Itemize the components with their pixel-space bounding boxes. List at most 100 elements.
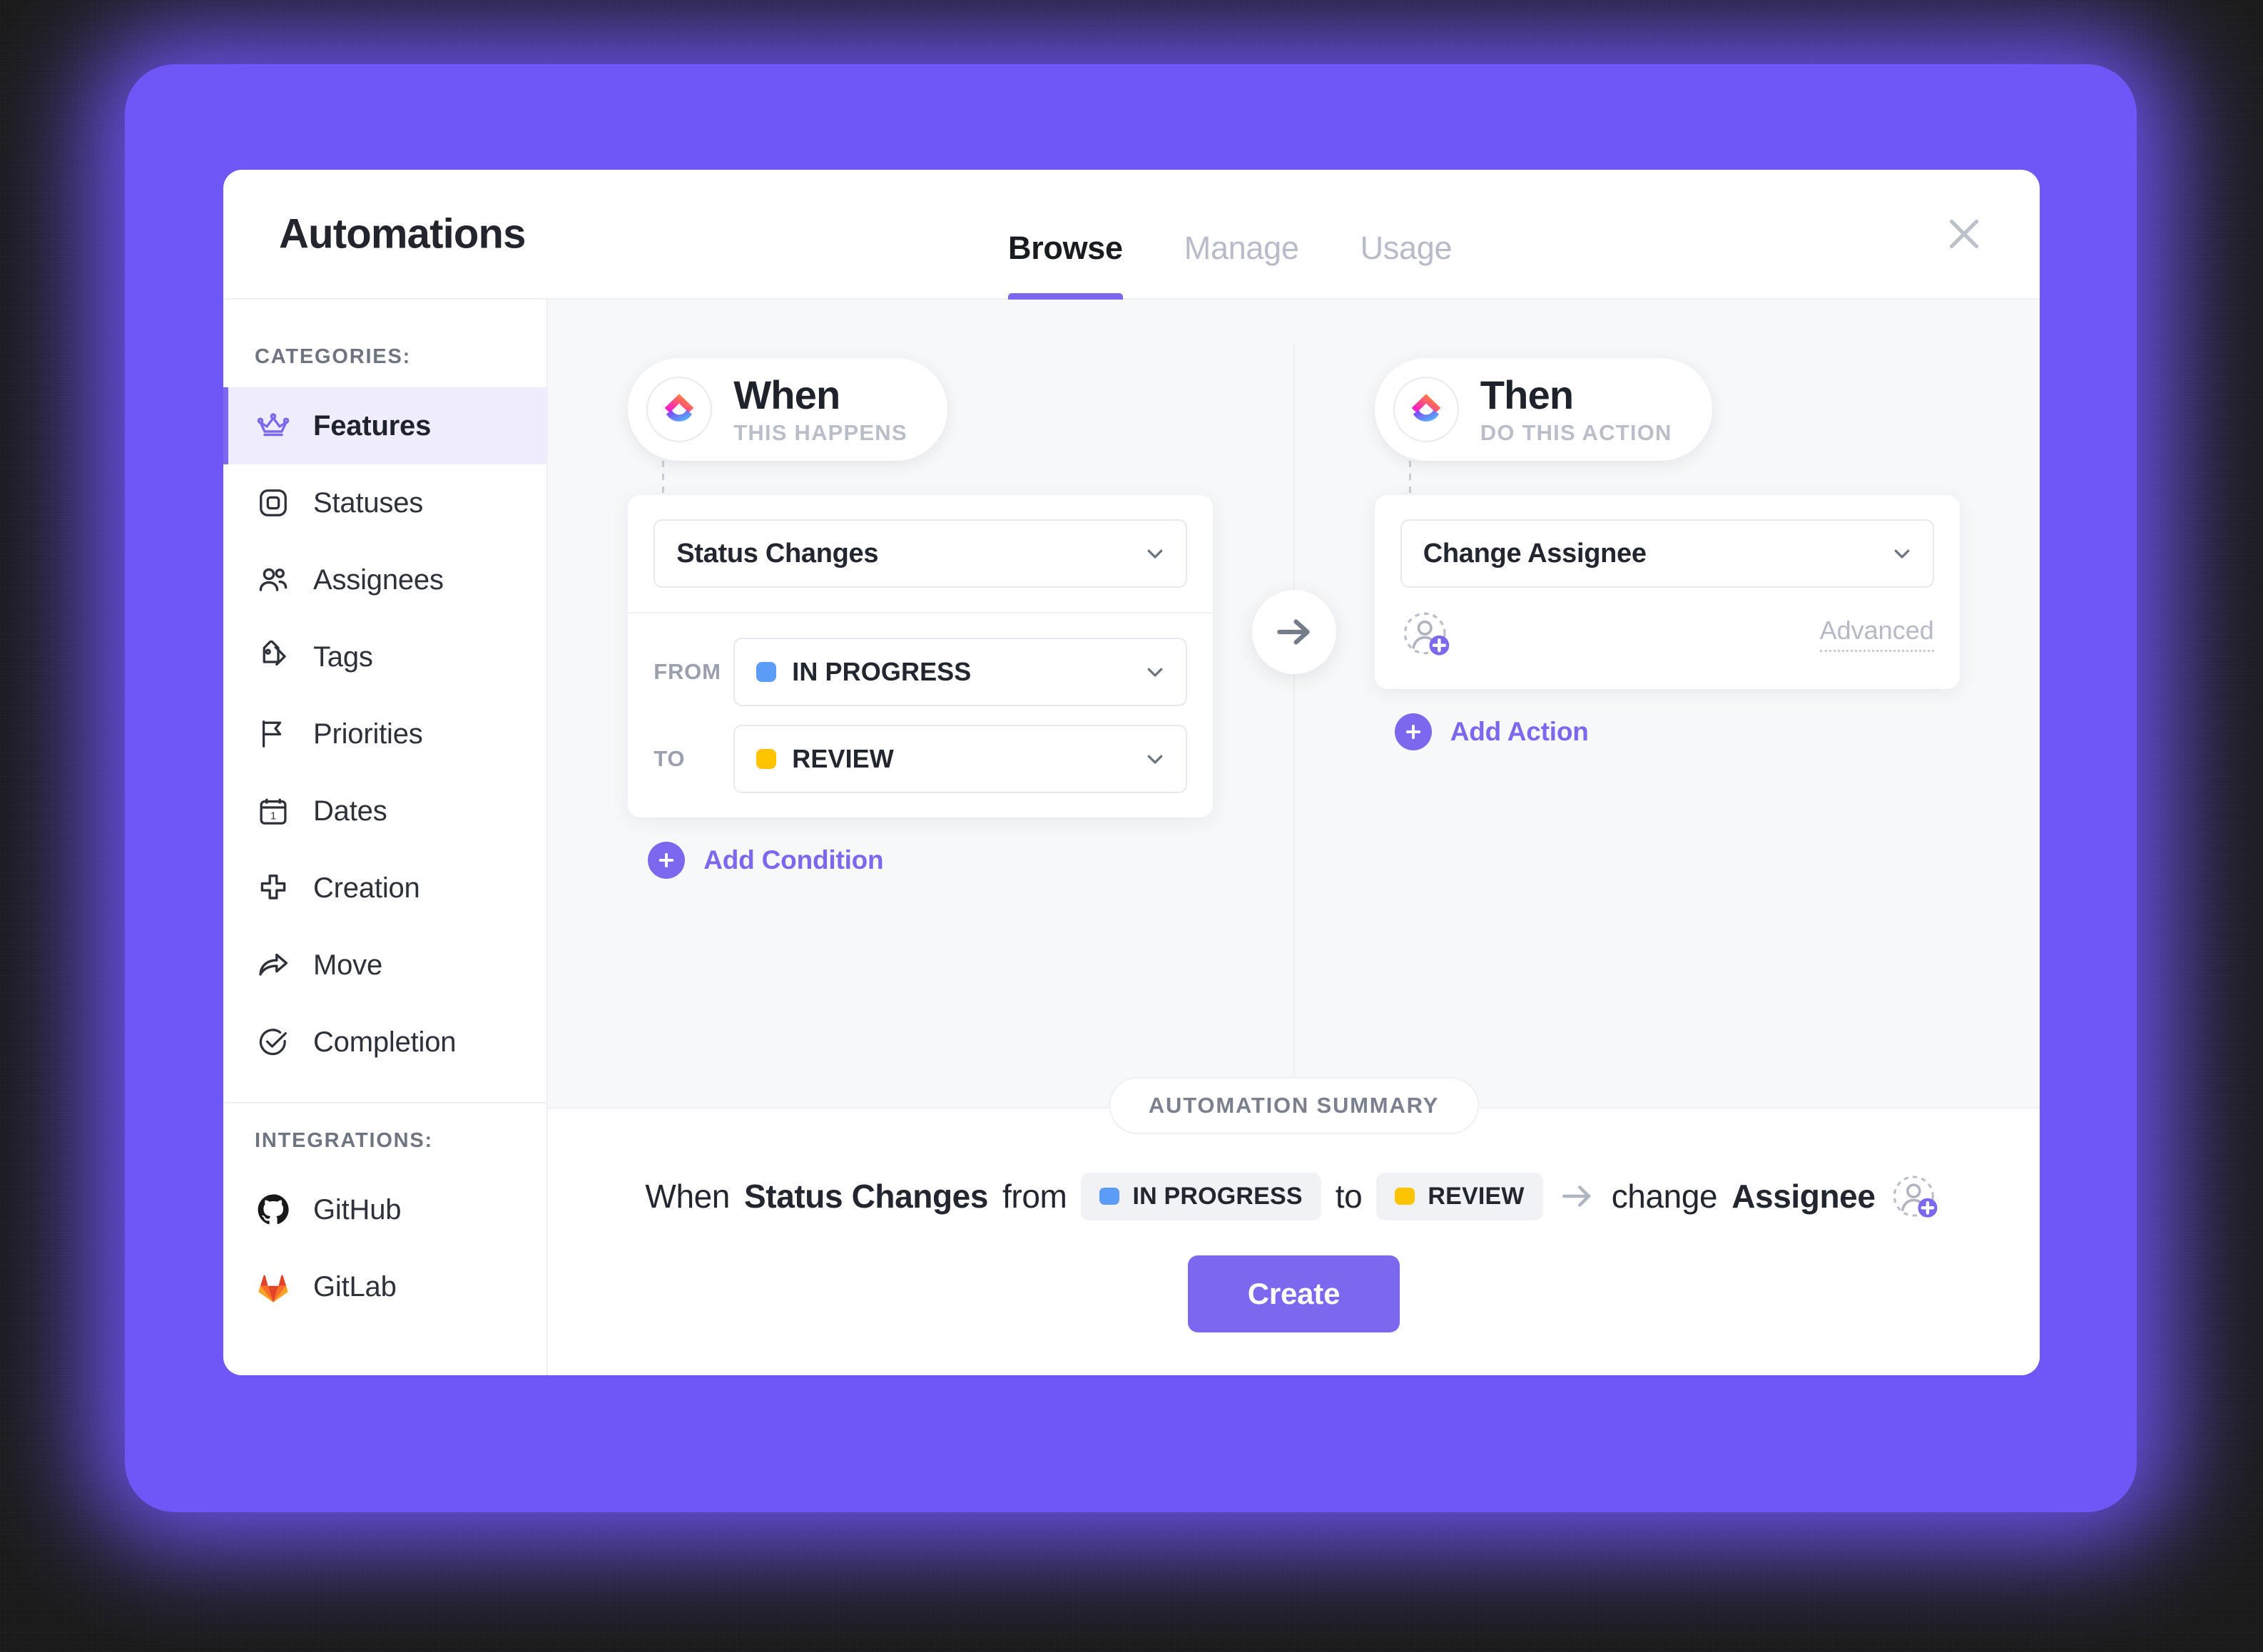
- gitlab-icon: [255, 1268, 292, 1305]
- sidebar-item-tags[interactable]: Tags: [223, 618, 546, 695]
- summary-word-change: change: [1611, 1178, 1718, 1215]
- then-connector-line: [1408, 461, 1411, 495]
- summary-trigger: Status Changes: [744, 1178, 989, 1215]
- svg-text:1: 1: [270, 811, 276, 822]
- condition-from-label: FROM: [654, 659, 721, 684]
- sidebar-item-completion[interactable]: Completion: [223, 1004, 546, 1081]
- summary-word-to: to: [1335, 1178, 1363, 1215]
- condition-to-value: REVIEW: [792, 744, 894, 773]
- add-assignee-button[interactable]: [1400, 606, 1455, 661]
- sidebar-item-label: Move: [313, 949, 383, 981]
- chevron-down-icon: [1147, 549, 1163, 559]
- sidebar-integrations-label: INTEGRATIONS:: [255, 1129, 434, 1152]
- arrow-right-icon: [1562, 1186, 1591, 1207]
- action-footer: Advanced: [1375, 598, 1960, 689]
- summary-action-target: Assignee: [1731, 1178, 1876, 1215]
- summary-from-status: IN PROGRESS: [1132, 1182, 1303, 1210]
- tab-manage[interactable]: Manage: [1184, 230, 1299, 298]
- trigger-value: Status Changes: [676, 538, 879, 568]
- calendar-icon: 1: [255, 792, 292, 830]
- then-heading: Then: [1480, 372, 1574, 417]
- tab-usage[interactable]: Usage: [1361, 230, 1453, 298]
- sidebar-item-statuses[interactable]: Statuses: [223, 464, 546, 541]
- action-card: Change Assignee Advanced: [1374, 495, 1960, 689]
- plus-circle-icon: [648, 842, 686, 879]
- share-arrow-icon: [255, 947, 292, 984]
- sidebar-item-assignees[interactable]: Assignees: [223, 541, 546, 618]
- chevron-down-icon: [1147, 668, 1163, 677]
- when-connector-line: [662, 461, 665, 495]
- advanced-link[interactable]: Advanced: [1819, 616, 1934, 652]
- clickup-logo-icon: [646, 377, 713, 442]
- when-header: When THIS HAPPENS: [628, 358, 947, 461]
- clickup-logo-icon: [1393, 377, 1459, 442]
- then-header: Then DO THIS ACTION: [1374, 358, 1712, 461]
- chevron-down-icon: [1894, 549, 1910, 559]
- condition-from-value: IN PROGRESS: [792, 657, 972, 686]
- create-button[interactable]: Create: [1187, 1255, 1400, 1332]
- sidebar-item-label: Statuses: [313, 486, 424, 519]
- add-action-button[interactable]: Add Action: [1375, 713, 1589, 750]
- sidebar-item-github[interactable]: GitHub: [223, 1171, 546, 1248]
- add-condition-label: Add Condition: [703, 845, 884, 875]
- conditions-row: FROM IN PROGRESS TO REVIEW: [628, 612, 1214, 817]
- modal-body: CATEGORIES: Features Statuses Assignees …: [223, 300, 2040, 1375]
- sidebar-divider: [223, 1102, 546, 1103]
- crown-icon: [255, 407, 292, 444]
- tab-bar: Browse Manage Usage: [1008, 170, 1453, 300]
- status-dot-in-progress: [1099, 1188, 1120, 1205]
- status-dot-in-progress: [756, 662, 777, 682]
- action-select[interactable]: Change Assignee: [1400, 519, 1934, 588]
- sidebar-item-label: Completion: [313, 1026, 457, 1058]
- action-value: Change Assignee: [1423, 538, 1647, 568]
- summary-word-when: When: [645, 1178, 730, 1215]
- add-condition-button[interactable]: Add Condition: [628, 842, 884, 879]
- condition-to-select[interactable]: REVIEW: [733, 725, 1188, 793]
- automations-modal: Automations Browse Manage Usage CATEGORI…: [223, 170, 2040, 1375]
- flag-icon: [255, 715, 292, 753]
- summary-add-assignee-button[interactable]: [1890, 1170, 1943, 1223]
- main-panel: When THIS HAPPENS Status Changes FROM IN…: [548, 300, 2040, 1375]
- summary-badge: AUTOMATION SUMMARY: [1108, 1077, 1480, 1134]
- sidebar-item-label: Features: [313, 409, 432, 442]
- sidebar-item-creation[interactable]: Creation: [223, 850, 546, 927]
- trigger-select[interactable]: Status Changes: [654, 519, 1188, 588]
- close-icon: [1949, 219, 1979, 249]
- page-title: Automations: [279, 210, 526, 258]
- then-subheading: DO THIS ACTION: [1480, 420, 1672, 445]
- plus-icon: [255, 870, 292, 907]
- tab-browse[interactable]: Browse: [1008, 230, 1123, 300]
- automation-summary: AUTOMATION SUMMARY When Status Changes f…: [548, 1077, 2040, 1375]
- people-icon: [255, 561, 292, 598]
- status-dot-review: [756, 749, 777, 769]
- trigger-card: Status Changes FROM IN PROGRESS TO REVIE…: [628, 495, 1214, 817]
- flow-arrow-button[interactable]: [1251, 590, 1336, 674]
- summary-chip-to: REVIEW: [1376, 1172, 1543, 1220]
- action-row: Change Assignee: [1375, 495, 1960, 598]
- add-assignee-icon: [1893, 1176, 1937, 1218]
- summary-to-status: REVIEW: [1428, 1182, 1525, 1210]
- condition-to-label: TO: [654, 746, 686, 771]
- sidebar-item-dates[interactable]: 1 Dates: [223, 773, 546, 850]
- tag-icon: [255, 638, 292, 675]
- sidebar-categories-label: CATEGORIES:: [255, 345, 412, 368]
- chevron-down-icon: [1147, 755, 1163, 764]
- condition-from-select[interactable]: IN PROGRESS: [733, 638, 1188, 706]
- add-action-label: Add Action: [1450, 717, 1589, 746]
- sidebar-item-label: Priorities: [313, 718, 423, 750]
- sidebar-item-label: GitHub: [313, 1193, 402, 1225]
- sidebar-item-move[interactable]: Move: [223, 927, 546, 1004]
- sidebar-item-features[interactable]: Features: [223, 387, 546, 464]
- condition-from: FROM IN PROGRESS: [654, 638, 1188, 706]
- sidebar-item-priorities[interactable]: Priorities: [223, 695, 546, 773]
- when-heading: When: [733, 372, 840, 417]
- square-status-icon: [255, 484, 292, 521]
- plus-circle-icon: [1394, 713, 1432, 750]
- summary-word-from: from: [1002, 1178, 1067, 1215]
- summary-chip-from: IN PROGRESS: [1081, 1172, 1321, 1220]
- close-button[interactable]: [1938, 208, 1990, 260]
- status-dot-review: [1395, 1188, 1415, 1205]
- sidebar-item-label: Creation: [313, 872, 420, 904]
- sidebar-item-gitlab[interactable]: GitLab: [223, 1248, 546, 1325]
- automation-builder: When THIS HAPPENS Status Changes FROM IN…: [548, 300, 2040, 1107]
